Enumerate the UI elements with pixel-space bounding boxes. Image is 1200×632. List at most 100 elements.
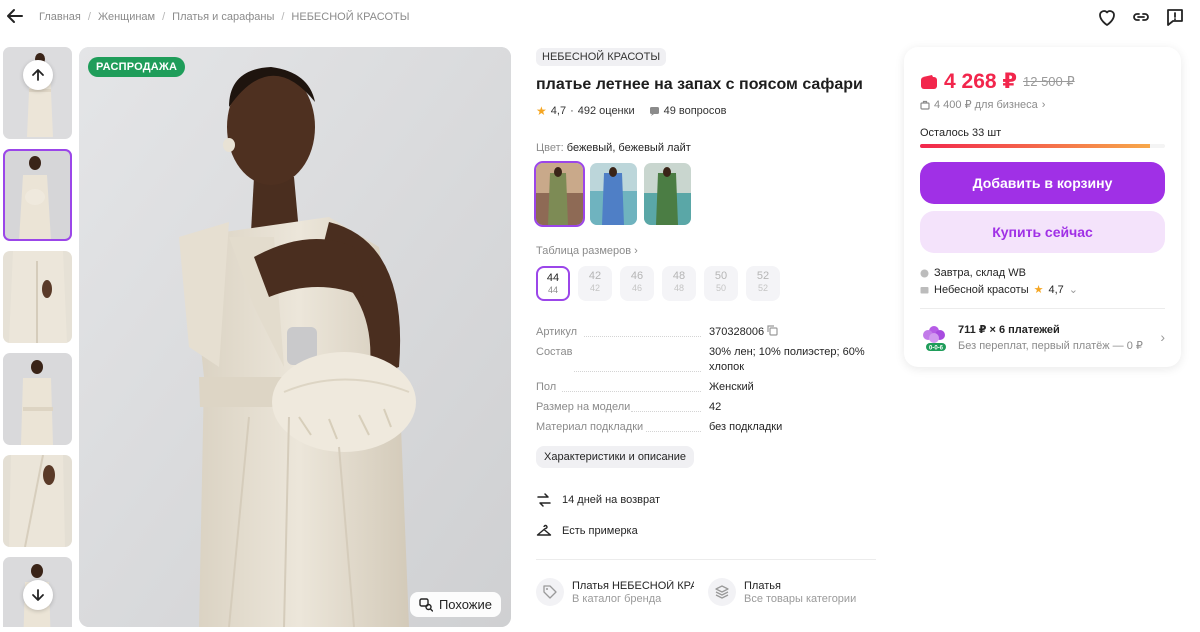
size-option-44[interactable]: 44 44 xyxy=(536,266,570,301)
stock-bar-fill xyxy=(920,144,1151,148)
color-label-value: бежевый, бежевый лайт xyxy=(566,142,691,154)
size-option-52[interactable]: 52 52 xyxy=(746,266,780,301)
brand-catalog-link[interactable]: Платья НЕБЕСНОЙ КРАС В каталог бренда xyxy=(536,578,696,606)
spec-value: 42 xyxy=(709,401,722,413)
return-arrows-icon xyxy=(537,493,551,507)
model-photo xyxy=(79,47,511,627)
spec-row-article: Артикул 370328006 xyxy=(536,325,876,340)
delivery-text: Завтра, склад WB xyxy=(934,267,1026,279)
divider xyxy=(920,308,1165,309)
installment-badge-text: 0-0-6 xyxy=(929,345,944,351)
seller-row[interactable]: Небесной красоты ★ 4,7 ⌄ xyxy=(920,283,1165,296)
size-sub: 50 xyxy=(715,283,726,293)
business-price: 4 400 ₽ для бизнеса xyxy=(934,99,1038,111)
color-label-key: Цвет: xyxy=(536,142,564,154)
size-sub: 44 xyxy=(547,285,558,295)
seller-name: Небесной красоты xyxy=(934,283,1029,296)
category-links: Платья НЕБЕСНОЙ КРАС В каталог бренда Пла… xyxy=(536,578,881,606)
category-catalog-link[interactable]: Платья Все товары категории xyxy=(708,578,868,606)
spec-key: Артикул xyxy=(536,325,709,340)
thumbnails-down-button[interactable] xyxy=(23,580,53,610)
spec-value: 30% лен; 10% полиэстер; 60% хлопок xyxy=(709,346,865,373)
product-info: НЕБЕСНОЙ КРАСОТЫ платье летнее на запах … xyxy=(534,48,881,606)
color-label: Цвет: бежевый, бежевый лайт xyxy=(536,142,881,154)
color-swatch-blue[interactable] xyxy=(590,163,637,225)
similar-products-button[interactable]: Похожие xyxy=(409,592,501,617)
thumbnail-3[interactable] xyxy=(3,251,72,343)
perk-fitting-label: Есть примерка xyxy=(562,525,638,537)
size-option-42[interactable]: 42 42 xyxy=(578,266,612,301)
installment-subtitle: Без переплат, первый платёж — 0 ₽ xyxy=(958,339,1143,352)
spec-key: Размер на модели xyxy=(536,400,709,415)
business-price-link[interactable]: 4 400 ₽ для бизнеса › xyxy=(920,98,1165,111)
perk-returns-label: 14 дней на возврат xyxy=(562,494,660,506)
copy-icon[interactable] xyxy=(767,325,778,336)
rating-value[interactable]: 4,7 xyxy=(551,105,566,117)
questions-count[interactable]: 49 вопросов xyxy=(664,105,727,117)
size-sub: 42 xyxy=(589,283,600,293)
breadcrumb-item-brand[interactable]: НЕБЕСНОЙ КРАСОТЫ xyxy=(291,11,409,23)
stock-bar xyxy=(920,144,1165,148)
heart-icon[interactable] xyxy=(1096,6,1118,28)
arrow-down-icon xyxy=(32,589,44,601)
spec-row-gender: Пол Женский xyxy=(536,380,876,395)
size-label: 48 xyxy=(672,270,686,282)
thumbnails-up-button[interactable] xyxy=(23,60,53,90)
spec-row-lining: Материал подкладки без подкладки xyxy=(536,420,876,435)
link-icon[interactable] xyxy=(1130,6,1152,28)
tag-icon xyxy=(536,578,564,606)
size-label: 52 xyxy=(756,270,770,282)
perk-returns: 14 дней на возврат xyxy=(536,492,881,508)
size-table-label: Таблица размеров xyxy=(536,245,632,257)
perk-fitting: Есть примерка xyxy=(536,523,881,539)
category-title: Платья xyxy=(744,579,781,592)
installment-title: 711 ₽ × 6 платежей xyxy=(958,323,1060,336)
buy-now-button[interactable]: Купить сейчас xyxy=(920,211,1165,253)
size-option-46[interactable]: 46 46 xyxy=(620,266,654,301)
breadcrumb-item-dresses[interactable]: Платья и сарафаны xyxy=(172,11,274,23)
arrow-left-icon[interactable] xyxy=(6,7,24,25)
spec-key: Материал подкладки xyxy=(536,420,709,435)
color-swatch-beige[interactable] xyxy=(534,161,585,227)
layers-icon xyxy=(708,578,736,606)
size-label: 46 xyxy=(630,270,644,282)
color-swatches xyxy=(534,161,881,227)
category-subtitle: Все товары категории xyxy=(744,592,857,605)
size-option-48[interactable]: 48 48 xyxy=(662,266,696,301)
breadcrumb-separator: / xyxy=(162,11,166,23)
rating-dot: · xyxy=(570,105,574,117)
size-table-link[interactable]: Таблица размеров › xyxy=(536,245,881,257)
purchase-card: 4 268 ₽ 12 500 ₽ 4 400 ₽ для бизнеса › О… xyxy=(904,47,1181,367)
star-icon: ★ xyxy=(1033,284,1044,296)
add-to-cart-button[interactable]: Добавить в корзину xyxy=(920,162,1165,204)
top-bar: Главная / Женщинам / Платья и сарафаны /… xyxy=(0,0,1200,36)
size-option-50[interactable]: 50 50 xyxy=(704,266,738,301)
star-icon: ★ xyxy=(536,104,547,118)
chevron-right-icon: › xyxy=(634,245,638,257)
breadcrumb-item-home[interactable]: Главная xyxy=(39,11,81,23)
thumbnail-2[interactable] xyxy=(3,149,72,241)
thumbnail-4[interactable] xyxy=(3,353,72,445)
thumbnail-5[interactable] xyxy=(3,455,72,547)
size-selector: 44 44 42 42 46 46 48 48 50 50 52 52 xyxy=(536,266,881,301)
size-label: 50 xyxy=(714,270,728,282)
breadcrumb-item-women[interactable]: Женщинам xyxy=(98,11,155,23)
reviews-count[interactable]: 492 оценки xyxy=(578,105,635,117)
article-value: 370328006 xyxy=(709,326,765,338)
installment-offer[interactable]: 0-0-6 711 ₽ × 6 платежей Без переплат, п… xyxy=(920,322,1165,352)
chevron-right-icon: › xyxy=(1041,98,1046,111)
breadcrumb-separator: / xyxy=(87,11,91,23)
spec-key: Состав xyxy=(536,345,709,375)
question-icon xyxy=(649,106,659,116)
brand-catalog-title: Платья НЕБЕСНОЙ КРАС xyxy=(572,579,694,592)
briefcase-icon xyxy=(920,100,930,110)
report-icon[interactable] xyxy=(1164,6,1186,28)
spec-row-composition: Состав 30% лен; 10% полиэстер; 60% хлопо… xyxy=(536,345,876,375)
spec-value: Женский xyxy=(709,381,754,393)
characteristics-button[interactable]: Характеристики и описание xyxy=(536,446,694,468)
brand-chip[interactable]: НЕБЕСНОЙ КРАСОТЫ xyxy=(536,48,667,66)
main-product-photo[interactable]: РАСПРОДАЖА Похожие xyxy=(79,47,511,627)
chevron-down-icon: ⌄ xyxy=(1068,284,1079,296)
color-swatch-green[interactable] xyxy=(644,163,691,225)
chevron-right-icon: › xyxy=(1160,329,1165,345)
